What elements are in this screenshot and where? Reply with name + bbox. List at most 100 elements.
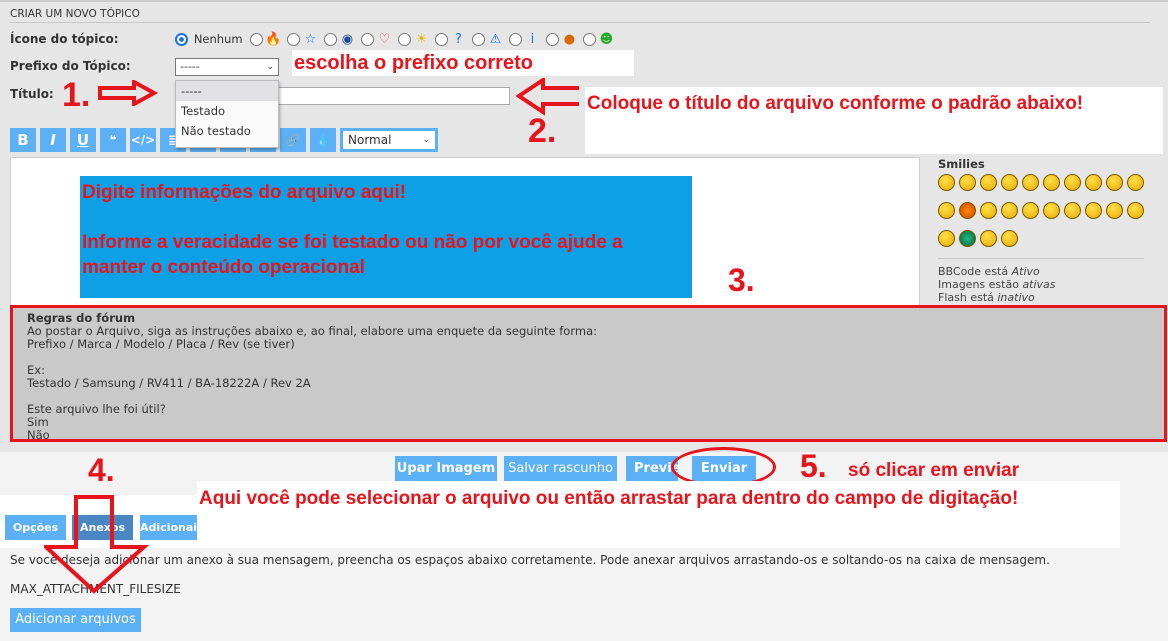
italic-button[interactable]: I [40, 128, 66, 152]
prefix-option[interactable]: Não testado [176, 121, 278, 141]
smiley-icon[interactable] [1064, 202, 1081, 219]
prefix-option[interactable]: ----- [176, 81, 278, 101]
annotation-step-5: 5. [800, 448, 827, 484]
radio-warning-icon[interactable] [472, 33, 486, 46]
info-icon: i [530, 32, 535, 47]
radio-grin-icon[interactable] [583, 33, 597, 46]
annotation-step-4: 4. [88, 452, 115, 488]
save-draft-button[interactable]: Salvar rascunho [504, 456, 617, 482]
topic-icon-group: Nenhum 🔥 ☆ ◉ ♡ ☀? ⚠ i ● ☻ [175, 32, 620, 47]
rules-line [27, 390, 1150, 403]
star-icon: ☆ [304, 32, 317, 47]
smiley-icon[interactable] [938, 202, 955, 219]
icon-label: Ícone do tópico: [10, 32, 119, 46]
italic-icon: I [50, 131, 56, 149]
font-size-select[interactable]: Normal ⌄ [340, 128, 438, 152]
annotation-attach: Aqui você pode selecionar o arquivo ou e… [197, 481, 1120, 548]
link-button[interactable]: 🔗 [280, 128, 306, 152]
smiley-icon[interactable] [1085, 174, 1102, 191]
rules-line [27, 351, 1150, 364]
fire-icon: 🔥 [265, 32, 282, 47]
radio-wink-icon[interactable] [546, 33, 560, 46]
status-text: Flash está [938, 291, 998, 304]
annotation-step-2: 2. [528, 112, 557, 150]
status-line: Flash está inativo [938, 291, 1144, 304]
smiley-icon[interactable] [959, 174, 976, 191]
upload-image-button[interactable]: Upar Imagem [395, 456, 497, 482]
heart-icon: ♡ [378, 32, 391, 47]
font-size-value: Normal [348, 133, 392, 147]
smiley-icon[interactable] [1001, 202, 1018, 219]
status-line: BBCode está Ativo [938, 265, 1144, 278]
smiley-icon[interactable] [980, 230, 997, 247]
smiley-icon[interactable] [959, 202, 976, 219]
smiley-icon[interactable] [938, 230, 955, 247]
preview-button[interactable]: Preview [626, 456, 678, 482]
title-label: Título: [10, 87, 54, 101]
prefix-value: ----- [180, 60, 200, 73]
smiley-icon[interactable] [1022, 202, 1039, 219]
radio-fire-icon[interactable] [250, 33, 264, 46]
smiley-icon[interactable] [980, 202, 997, 219]
bold-button[interactable]: B [10, 128, 36, 152]
underline-icon: U [76, 131, 90, 149]
smiley-icon[interactable] [1127, 202, 1144, 219]
status-text: BBCode está [938, 265, 1012, 278]
surprised-icon: ◉ [341, 32, 354, 47]
none-label: Nenhum [193, 32, 243, 46]
divider [10, 22, 1150, 23]
color-button[interactable]: 💧 [310, 128, 336, 152]
smiley-icon[interactable] [1043, 174, 1060, 191]
prefix-select[interactable]: ----- ⌄ [175, 58, 279, 76]
quote-icon: ❝ [109, 133, 117, 147]
smiley-icon[interactable] [938, 174, 955, 191]
arrow-right-icon [98, 80, 158, 106]
prefix-option[interactable]: Testado [176, 101, 278, 121]
link-icon: 🔗 [285, 133, 301, 147]
annotation-title: Coloque o título do arquivo conforme o p… [585, 87, 1163, 154]
smiley-icon[interactable] [980, 174, 997, 191]
smiley-icon[interactable] [1001, 230, 1018, 247]
add-files-button[interactable]: Adicionar arquivos [10, 608, 141, 632]
smiley-icon[interactable] [1022, 174, 1039, 191]
editor-annotation-line: Informe a veracidade se foi testado ou n… [82, 232, 623, 278]
radio-surprised-icon[interactable] [324, 33, 338, 46]
rules-line: Este arquivo lhe foi útil? [27, 402, 166, 416]
forum-rules: Regras do fórum Ao postar o Arquivo, sig… [10, 305, 1167, 442]
prefix-label: Prefixo do Tópico: [10, 59, 131, 73]
color-icon: 💧 [315, 133, 331, 147]
rules-line: Testado / Samsung / RV411 / BA-18222A / … [27, 376, 311, 390]
wink-icon: ● [563, 32, 576, 47]
smilies-title: Smilies [938, 157, 985, 171]
radio-none[interactable] [175, 33, 188, 46]
status-value: ativas [1022, 278, 1056, 291]
status-value: inativo [997, 291, 1035, 304]
radio-sun-icon[interactable] [398, 33, 412, 46]
radio-heart-icon[interactable] [361, 33, 375, 46]
smiley-icon[interactable] [959, 230, 976, 247]
smiley-icon[interactable] [1106, 202, 1123, 219]
radio-question-icon[interactable] [435, 33, 449, 46]
code-button[interactable]: </> [130, 128, 156, 152]
status-text: Imagens estão [938, 278, 1023, 291]
underline-button[interactable]: U [70, 128, 96, 152]
quote-button[interactable]: ❝ [100, 128, 126, 152]
annotation-prefix: escolha o prefixo correto [292, 50, 634, 76]
warning-icon: ⚠ [489, 32, 502, 47]
annotation-step-3: 3. [728, 262, 755, 298]
status-line: Imagens estão ativas [938, 278, 1144, 291]
editor-annotation: Digite informações do arquivo aqui! Info… [80, 176, 692, 298]
smiley-icon[interactable] [1043, 202, 1060, 219]
chevron-down-icon: ⌄ [266, 62, 274, 72]
smiley-icon[interactable] [1085, 202, 1102, 219]
smiley-icon[interactable] [1001, 174, 1018, 191]
smiley-icon[interactable] [1127, 174, 1144, 191]
radio-star-icon[interactable] [287, 33, 301, 46]
smiley-icon[interactable] [1064, 174, 1081, 191]
smiley-icon[interactable] [1106, 174, 1123, 191]
annotation-submit: só clicar em enviar [848, 460, 1020, 481]
arrow-down-icon [44, 495, 150, 594]
radio-info-icon[interactable] [509, 33, 523, 46]
code-icon: </> [130, 133, 156, 147]
question-icon: ? [454, 32, 462, 47]
